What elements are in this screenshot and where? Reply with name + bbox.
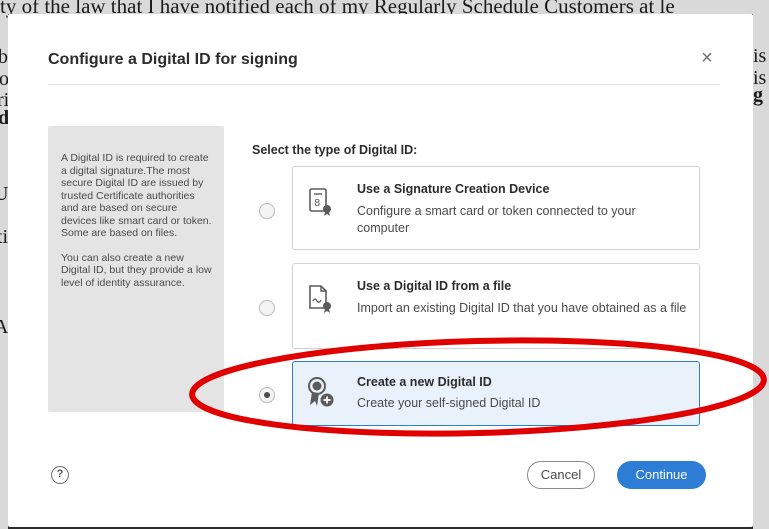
select-type-label: Select the type of Digital ID: (252, 143, 418, 157)
cancel-button[interactable]: Cancel (527, 461, 595, 489)
info-paragraph-1: A Digital ID is required to create a dig… (61, 152, 212, 239)
option-signature-creation-device[interactable]: 8 Use a Signature Creation Device Config… (292, 166, 700, 250)
smartcard-icon: 8 (309, 188, 331, 216)
radio-create-new-digital-id[interactable] (259, 387, 275, 403)
option-title: Use a Digital ID from a file (357, 279, 512, 293)
configure-digital-id-dialog: Configure a Digital ID for signing × A D… (8, 14, 753, 527)
close-icon[interactable]: × (696, 47, 718, 69)
option-create-new-digital-id[interactable]: Create a new Digital ID Create your self… (292, 361, 700, 426)
background-glyph-left-6: ti (0, 226, 9, 248)
radio-digital-id-file[interactable] (259, 300, 275, 316)
background-glyph-right-1: is (753, 45, 767, 67)
option-title: Create a new Digital ID (357, 375, 492, 389)
svg-text:8: 8 (314, 198, 320, 209)
continue-button[interactable]: Continue (617, 461, 706, 489)
help-icon[interactable]: ? (51, 466, 69, 484)
info-text: A Digital ID is required to create a dig… (61, 152, 213, 301)
radio-signature-device[interactable] (259, 203, 275, 219)
option-description: Import an existing Digital ID that you h… (357, 301, 687, 315)
title-divider (48, 84, 720, 85)
option-description: Configure a smart card or token connecte… (357, 204, 636, 235)
dialog-title: Configure a Digital ID for signing (48, 51, 298, 68)
background-glyph-right-4: g (753, 84, 763, 106)
info-panel: A Digital ID is required to create a dig… (48, 126, 224, 412)
info-paragraph-2: You can also create a new Digital ID, bu… (61, 251, 212, 289)
option-description: Create your self-signed Digital ID (357, 396, 541, 410)
new-digital-id-icon (308, 377, 334, 407)
option-title: Use a Signature Creation Device (357, 182, 550, 196)
option-digital-id-from-file[interactable]: Use a Digital ID from a file Import an e… (292, 263, 700, 349)
certificate-file-icon (309, 285, 331, 313)
